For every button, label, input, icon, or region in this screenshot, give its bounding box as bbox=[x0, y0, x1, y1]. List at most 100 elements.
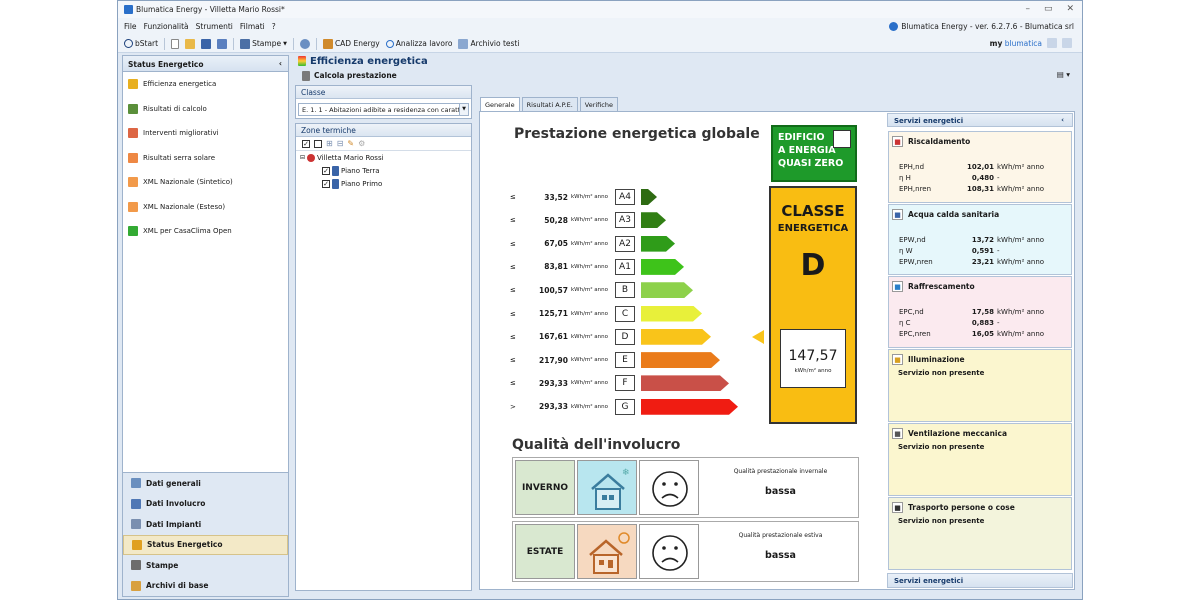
sidebar-item-0[interactable]: Efficienza energetica bbox=[123, 72, 288, 97]
class-row-operator: ≤ bbox=[510, 216, 516, 225]
export-icon[interactable]: ▤ ▾ bbox=[1057, 70, 1070, 79]
collapse-icon[interactable]: ‹ bbox=[279, 59, 282, 68]
ep-box: 147,57 kWh/m² anno bbox=[780, 329, 846, 388]
expand-icon[interactable]: ⊞ bbox=[326, 139, 333, 148]
archivio-testi-button[interactable]: Archivio testi bbox=[458, 38, 519, 49]
summer-label: ESTATE bbox=[515, 524, 575, 579]
zone-toolbar: ✓ ⊞ ⊟ ✎ ⚙ bbox=[296, 137, 471, 151]
services-footer[interactable]: Servizi energetici bbox=[887, 573, 1073, 588]
class-row-threshold: 293,33 bbox=[539, 378, 568, 388]
collapse-all-icon[interactable]: ⊟ bbox=[337, 139, 344, 148]
save-icon[interactable] bbox=[201, 38, 212, 49]
nav-item-5[interactable]: Archivi di base bbox=[123, 576, 288, 597]
menu-help[interactable]: ? bbox=[272, 22, 276, 31]
service-card-4[interactable]: ■ Ventilazione meccanica Servizio non pres… bbox=[888, 423, 1072, 496]
zone-tree: ⊟ Villetta Mario Rossi ✓ Piano Terra ✓ Pian… bbox=[296, 151, 471, 190]
sidebar-item-label: Risultati di calcolo bbox=[143, 104, 207, 113]
checkbox[interactable]: ✓ bbox=[322, 179, 330, 188]
class-row-box: F bbox=[615, 375, 635, 392]
settings-icon[interactable]: ⚙ bbox=[358, 139, 365, 148]
service-note: Servizio non presente bbox=[898, 517, 985, 525]
open-folder-icon[interactable] bbox=[185, 38, 196, 49]
page-title: Efficienza energetica bbox=[294, 54, 1080, 68]
service-unit: - bbox=[997, 246, 1000, 255]
class-row-bar bbox=[641, 399, 738, 415]
sidebar-item-3[interactable]: Risultati serra solare bbox=[123, 146, 288, 171]
class-row-operator: ≤ bbox=[510, 379, 516, 388]
tree-item[interactable]: ✓ Piano Primo bbox=[300, 177, 471, 190]
service-card-0[interactable]: ■ Riscaldamento EPH,nd 102,01 kWh/m² anno η H… bbox=[888, 131, 1072, 203]
tab-generale[interactable]: Generale bbox=[480, 97, 520, 111]
edit-icon[interactable]: ✎ bbox=[347, 139, 354, 148]
nav-item-0[interactable]: Dati generali bbox=[123, 473, 288, 494]
class-row-bar bbox=[641, 236, 675, 252]
new-file-icon[interactable] bbox=[171, 38, 180, 49]
stampe-button[interactable]: Stampe ▼ bbox=[240, 38, 287, 49]
cad-energy-button[interactable]: CAD Energy bbox=[322, 38, 380, 49]
nav-item-2[interactable]: Dati Impianti bbox=[123, 514, 288, 535]
nav-item-3[interactable]: Status Energetico bbox=[123, 534, 288, 555]
summer-house-icon bbox=[577, 524, 637, 579]
service-key: η C bbox=[899, 318, 911, 327]
save-as-icon[interactable] bbox=[217, 38, 228, 49]
bstart-button[interactable]: bStart bbox=[124, 39, 158, 48]
sad-face-icon bbox=[639, 524, 699, 579]
sidebar-item-1[interactable]: Risultati di calcolo bbox=[123, 97, 288, 122]
sidebar-item-5[interactable]: XML Nazionale (Esteso) bbox=[123, 195, 288, 220]
window-icon[interactable] bbox=[1062, 38, 1072, 48]
tree-root[interactable]: ⊟ Villetta Mario Rossi bbox=[300, 151, 471, 164]
service-card-1[interactable]: ■ Acqua calda sanitaria EPW,nd 13,72 kWh/m² … bbox=[888, 204, 1072, 275]
search-icon bbox=[385, 39, 394, 48]
menu-file[interactable]: File bbox=[124, 22, 137, 31]
collapse-icon[interactable]: ‹ bbox=[1061, 116, 1064, 124]
analizza-lavoro-button[interactable]: Analizza lavoro bbox=[385, 39, 452, 48]
sad-face-icon bbox=[639, 460, 699, 515]
ep-value: 147,57 bbox=[788, 348, 838, 364]
font-icon[interactable] bbox=[1047, 38, 1057, 48]
minimize-icon[interactable]: – bbox=[1025, 4, 1030, 14]
menu-funzionalita[interactable]: Funzionalità bbox=[144, 22, 189, 31]
tree-item[interactable]: ✓ Piano Terra bbox=[300, 164, 471, 177]
classe-panel: Classe E. 1. 1 - Abitazioni adibite a re… bbox=[295, 85, 472, 119]
class-row-A3: ≤50,28 kWh/m² anno A3 bbox=[510, 211, 750, 229]
service-row: EPW,nd 13,72 kWh/m² anno bbox=[889, 234, 1071, 245]
tab-risultati-ape[interactable]: Risultati A.P.E. bbox=[521, 97, 578, 111]
class-row-box: E bbox=[615, 352, 635, 369]
class-row-threshold: 50,28 bbox=[544, 215, 568, 225]
sidebar-item-2[interactable]: Interventi migliorativi bbox=[123, 121, 288, 146]
check-all-icon[interactable]: ✓ bbox=[302, 139, 310, 148]
service-card-2[interactable]: ■ Raffrescamento EPC,nd 17,58 kWh/m² anno η C… bbox=[888, 276, 1072, 348]
sidebar-item-4[interactable]: XML Nazionale (Sintetico) bbox=[123, 170, 288, 195]
restore-icon[interactable]: ▭ bbox=[1044, 4, 1053, 14]
sidebar-item-6[interactable]: XML per CasaClima Open bbox=[123, 219, 288, 244]
nav-item-4[interactable]: Stampe bbox=[123, 555, 288, 576]
myblumatica-brand: blumatica bbox=[1004, 38, 1042, 48]
class-row-A1: ≤83,81 kWh/m² anno A1 bbox=[510, 258, 750, 276]
service-title: Ventilazione meccanica bbox=[908, 429, 1008, 438]
gear-icon[interactable] bbox=[299, 38, 310, 49]
menu-strumenti[interactable]: Strumenti bbox=[196, 22, 233, 31]
class-row-unit: kWh/m² anno bbox=[571, 240, 608, 247]
class-row-A4: ≤33,52 kWh/m² anno A4 bbox=[510, 188, 750, 206]
tab-verifiche[interactable]: Verifiche bbox=[579, 97, 618, 111]
quality-title: Qualità dell'involucro bbox=[512, 437, 681, 453]
service-title: Raffrescamento bbox=[908, 282, 975, 291]
service-value: 108,31 bbox=[966, 184, 994, 193]
classe-select[interactable]: E. 1. 1 - Abitazioni adibite a residenza… bbox=[298, 103, 469, 116]
close-icon[interactable]: ✕ bbox=[1066, 4, 1074, 14]
casaclima-icon bbox=[128, 226, 138, 237]
class-row-threshold: 67,05 bbox=[544, 239, 568, 249]
service-unit: kWh/m² anno bbox=[997, 235, 1045, 244]
menu-filmati[interactable]: Filmati bbox=[240, 22, 265, 31]
checkbox[interactable]: ✓ bbox=[322, 166, 330, 175]
myblumatica-area[interactable]: my blumatica bbox=[990, 38, 1072, 48]
uncheck-all-icon[interactable] bbox=[314, 139, 322, 148]
service-title: Riscaldamento bbox=[908, 137, 971, 146]
wall-icon bbox=[131, 498, 141, 509]
nav-item-1[interactable]: Dati Involucro bbox=[123, 494, 288, 515]
service-card-3[interactable]: ■ Illuminazione Servizio non presente bbox=[888, 349, 1072, 422]
lightbulb-icon: ■ bbox=[892, 354, 903, 365]
summer-value: bassa bbox=[765, 550, 796, 561]
class-row-unit: kWh/m² anno bbox=[571, 357, 608, 364]
service-card-5[interactable]: ■ Trasporto persone o cose Servizio non pr… bbox=[888, 497, 1072, 570]
